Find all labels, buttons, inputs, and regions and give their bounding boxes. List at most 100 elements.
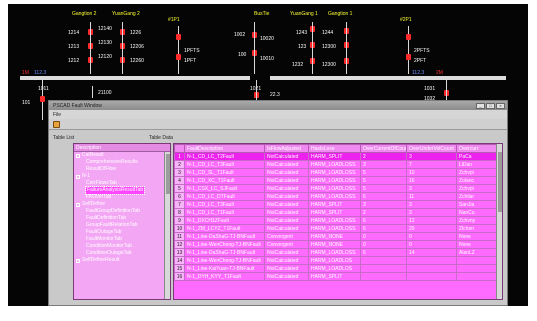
table-row[interactable]: 13 N-1_Line-DaShaG-TJ-BNFault NotCalculate… [174, 248, 502, 257]
table-cell: 2 [360, 208, 407, 217]
table-cell: 3 [406, 152, 457, 161]
tree-item-label: CorrFlowsTab [86, 180, 117, 186]
column-header[interactable] [174, 144, 185, 153]
tree-item[interactable]: ComprehensiveResults [74, 159, 170, 166]
tree-item[interactable]: FailureAnalysisResultTab [74, 186, 170, 195]
breaker-node[interactable] [40, 96, 45, 102]
tree-group[interactable]: - CalResult [74, 152, 170, 159]
tree-group[interactable]: - N-1 [74, 173, 170, 180]
collapse-icon[interactable]: - [76, 202, 80, 207]
table-row[interactable]: 2 N-1_CD_LC_T3Fault NotCalculated HARM_LOAD… [174, 160, 502, 169]
table-cell: 6 [360, 224, 407, 233]
column-header[interactable]: OverUnderVolCount [406, 144, 457, 153]
fault-results-table: FaultDescription IsFlowAdjusted HasIsLose O… [173, 143, 503, 300]
table-row[interactable]: 5 N-1_CSX_LC_SJFault NotCalculated HARM_LOA… [174, 184, 502, 193]
table-row[interactable]: 6 N-1_CD_LC_DTFault NotCalculated HARM_LOAD… [174, 192, 502, 201]
row-number: 11 [174, 232, 185, 241]
tree-item-label: N-1 [82, 173, 91, 179]
table-scrollbar[interactable] [496, 144, 502, 299]
breaker-id: 1212 [68, 58, 80, 64]
substation-label: YuanGang 1 [290, 11, 318, 17]
tree-item[interactable]: FaultDefinitionTab [74, 215, 170, 222]
table-cell: NotCalculated [264, 208, 309, 217]
table-row[interactable]: 8 N-1_CD_LC_T1Fault NotCalculated HARM_SPLI… [174, 208, 502, 217]
tree-group[interactable]: + SelfDefineResult [74, 257, 170, 264]
list-scrollbar[interactable] [164, 152, 170, 299]
substation-label: YuanGang 2 [112, 11, 140, 17]
tree-item-label: FaultGroupDefinitionTab [86, 208, 140, 214]
substation-label: BusTie [254, 11, 270, 17]
tree-group[interactable]: - SelfDefine [74, 201, 170, 208]
table-row[interactable]: 4 N-1_CD_XC_T1Fault NotCalculated HARM_LOAD… [174, 176, 502, 185]
table-row[interactable]: 9 N-1_DXCH1ZFault NotCalculated HARM_LOADLO… [174, 216, 502, 225]
busbar-2m[interactable] [270, 76, 506, 80]
table-cell: NotCalculated [264, 160, 309, 169]
transformer-node[interactable] [176, 54, 181, 60]
breaker-id: 1002 [234, 32, 246, 38]
transformer-node[interactable] [176, 34, 181, 40]
feeder-line [122, 22, 123, 74]
collapse-icon[interactable]: - [76, 153, 80, 158]
table-row[interactable]: 11 N-1_Line-DaShaG-TJ-BNFault Convergent HA… [174, 232, 502, 241]
close-button[interactable]: × [496, 102, 505, 109]
table-cell: N-1_CD_SL_T1Fault [184, 168, 265, 177]
table-list-label: Table List [53, 135, 75, 141]
table-row[interactable]: 3 N-1_CD_SL_T1Fault NotCalculated HARM_LOAD… [174, 168, 502, 177]
table-row[interactable]: 10 N-1_ZM_LCYZ_T1Fault NotCalculated HARM_L… [174, 224, 502, 233]
busbar-1m[interactable] [20, 76, 250, 80]
table-row[interactable]: 1 N-1_CD_LC_T2Fault NotCalculated HARM_SPLI… [174, 152, 502, 161]
tree-item[interactable]: ConditionOutageTab [74, 250, 170, 257]
tree-item[interactable]: FaultMonitorTab [74, 236, 170, 243]
breaker-id: 1213 [68, 44, 80, 50]
transformer-node[interactable] [406, 54, 411, 60]
row-number: 4 [174, 176, 185, 185]
table-cell: 5 [360, 176, 407, 185]
row-number: 15 [174, 264, 185, 273]
single-line-diagram: Gangtion 2 YuanGang 2 #1P1 BusTie YuanGa… [8, 4, 528, 306]
column-header[interactable]: IsFlowAdjusted [264, 144, 309, 153]
table-cell: N-1_DXCH1ZFault [184, 216, 265, 225]
table-cell: 3 [406, 200, 457, 209]
column-header[interactable]: FaultDescription [184, 144, 265, 153]
table-cell: NotCalculated [264, 168, 309, 177]
expand-icon[interactable]: + [76, 258, 80, 263]
tree-item[interactable]: ResultOfFlow [74, 166, 170, 173]
table-cell: NotCalculated [264, 192, 309, 201]
breaker-id: 12300 [322, 44, 336, 50]
row-number: 9 [174, 216, 185, 225]
table-scroll-thumb[interactable] [498, 152, 502, 212]
tree-item[interactable]: CorrFlowsTab [74, 180, 170, 187]
row-number: 1 [174, 152, 185, 161]
minimize-button[interactable]: _ [476, 102, 485, 109]
table-cell: N-1_Line-WenChong-TJ-BNFault [184, 256, 265, 265]
breaker-id: 100 [238, 52, 247, 58]
table-cell: HARM_LOADLOSS [308, 160, 361, 169]
table-list-panel[interactable]: Description - CalResult ComprehensiveResul… [73, 143, 171, 300]
table-cell: HARM_LOADLOS [308, 264, 361, 273]
list-header[interactable]: Description [74, 144, 170, 152]
row-number: 14 [174, 256, 185, 265]
tree-item[interactable]: FKOverTab [74, 194, 170, 201]
maximize-button[interactable]: □ [486, 102, 495, 109]
column-header[interactable]: HasIsLose [308, 144, 361, 153]
table-row[interactable]: 12 N-1_Line-WenChong-TJ-BNFault Convergent… [174, 240, 502, 249]
transformer-node[interactable] [406, 34, 411, 40]
tree-item[interactable]: GroupFaultRelationTab [74, 222, 170, 229]
collapse-icon[interactable]: - [76, 174, 80, 179]
table-cell: NotCalculated [264, 256, 309, 265]
table-row[interactable]: 16 N-1_DYH_KYY_T1Fault NotCalculated HARM_S… [174, 272, 502, 281]
dialog-titlebar[interactable]: PSCAD Fault Window _ □ × [49, 101, 507, 110]
tree-item[interactable]: ConditionMonitorTab [74, 243, 170, 250]
table-cell: N-1_CD_XC_T1Fault [184, 176, 265, 185]
column-header[interactable]: OverCurrentOfCount [360, 144, 407, 153]
menu-file[interactable]: File [53, 112, 61, 118]
tree-item[interactable]: FaultGroupDefinitionTab [74, 208, 170, 215]
table-cell: N-1_CD_LC_T1Fault [184, 208, 265, 217]
tree-item[interactable]: FaultOutageTab [74, 229, 170, 236]
table-row[interactable]: 15 N-1_Line-KaiYuan-TJ-BNFault NotCalculat… [174, 264, 502, 273]
refresh-icon[interactable] [53, 121, 60, 128]
list-scroll-thumb[interactable] [166, 154, 170, 194]
table-row[interactable]: 7 N-1_CD_LC_T3Fault NotCalculated HARM_SPLI… [174, 200, 502, 209]
breaker-id: 1214 [68, 30, 80, 36]
table-row[interactable]: 14 N-1_Line-WenChong-TJ-BNFault NotCalcula… [174, 256, 502, 265]
